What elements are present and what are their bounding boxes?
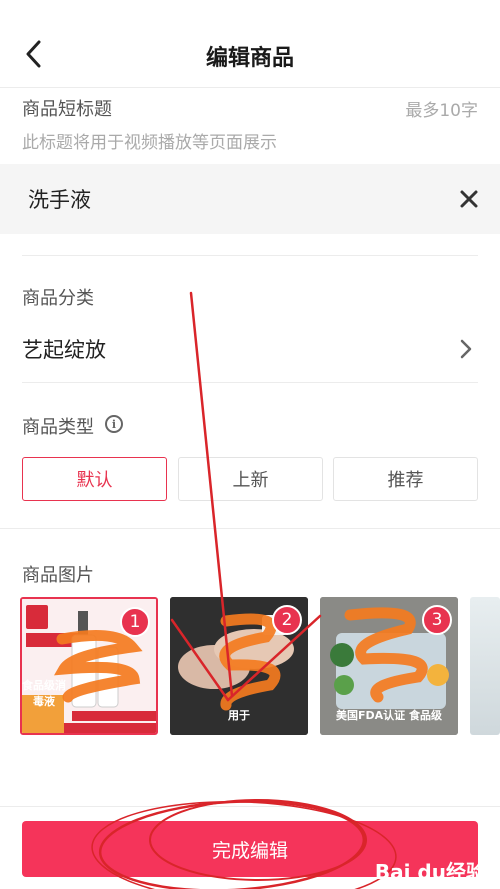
- product-images-row: 1 食品级消毒液 2 用于 3 美国FDA认证 食品级: [20, 597, 500, 737]
- product-image-4-partial[interactable]: [470, 597, 500, 735]
- divider: [22, 255, 478, 256]
- product-image-3[interactable]: 3 美国FDA认证 食品级: [320, 597, 458, 735]
- clear-button[interactable]: [458, 188, 480, 210]
- type-option-new[interactable]: 上新: [178, 457, 323, 501]
- short-title-limit-hint: 最多10字: [405, 101, 478, 121]
- product-images-label: 商品图片: [22, 565, 94, 586]
- image-order-badge: 3: [422, 605, 452, 635]
- category-selector[interactable]: 艺起绽放: [0, 322, 500, 376]
- short-title-description: 此标题将用于视频播放等页面展示: [22, 133, 277, 153]
- nav-bar: 编辑商品: [0, 0, 500, 88]
- product-type-label: 商品类型: [22, 417, 94, 438]
- short-title-value: 洗手液: [28, 188, 91, 212]
- page-title: 编辑商品: [205, 46, 294, 71]
- image-caption: 用于: [228, 709, 250, 722]
- baidu-watermark: Bai du经验 jingyan.baidu.com: [375, 856, 486, 887]
- product-image-1[interactable]: 1 食品级消毒液: [20, 597, 158, 735]
- short-title-label: 商品短标题: [22, 99, 112, 120]
- image-caption: 美国FDA认证 食品级: [336, 709, 442, 722]
- type-option-default[interactable]: 默认: [22, 457, 167, 501]
- watermark-url: jingyan.baidu.com: [410, 878, 484, 887]
- short-title-input[interactable]: 洗手液: [0, 164, 500, 234]
- image-order-badge: 1: [120, 607, 150, 637]
- close-icon: [460, 190, 478, 208]
- section-divider: [0, 528, 500, 529]
- category-value: 艺起绽放: [22, 338, 106, 362]
- chevron-right-icon: [460, 339, 472, 359]
- product-image-2[interactable]: 2 用于: [170, 597, 308, 735]
- divider: [22, 382, 478, 383]
- image-caption: 食品级消毒液: [22, 679, 66, 708]
- category-label: 商品分类: [22, 288, 94, 309]
- image-order-badge: 2: [272, 605, 302, 635]
- info-icon[interactable]: i: [105, 415, 123, 433]
- type-option-recommend[interactable]: 推荐: [333, 457, 478, 501]
